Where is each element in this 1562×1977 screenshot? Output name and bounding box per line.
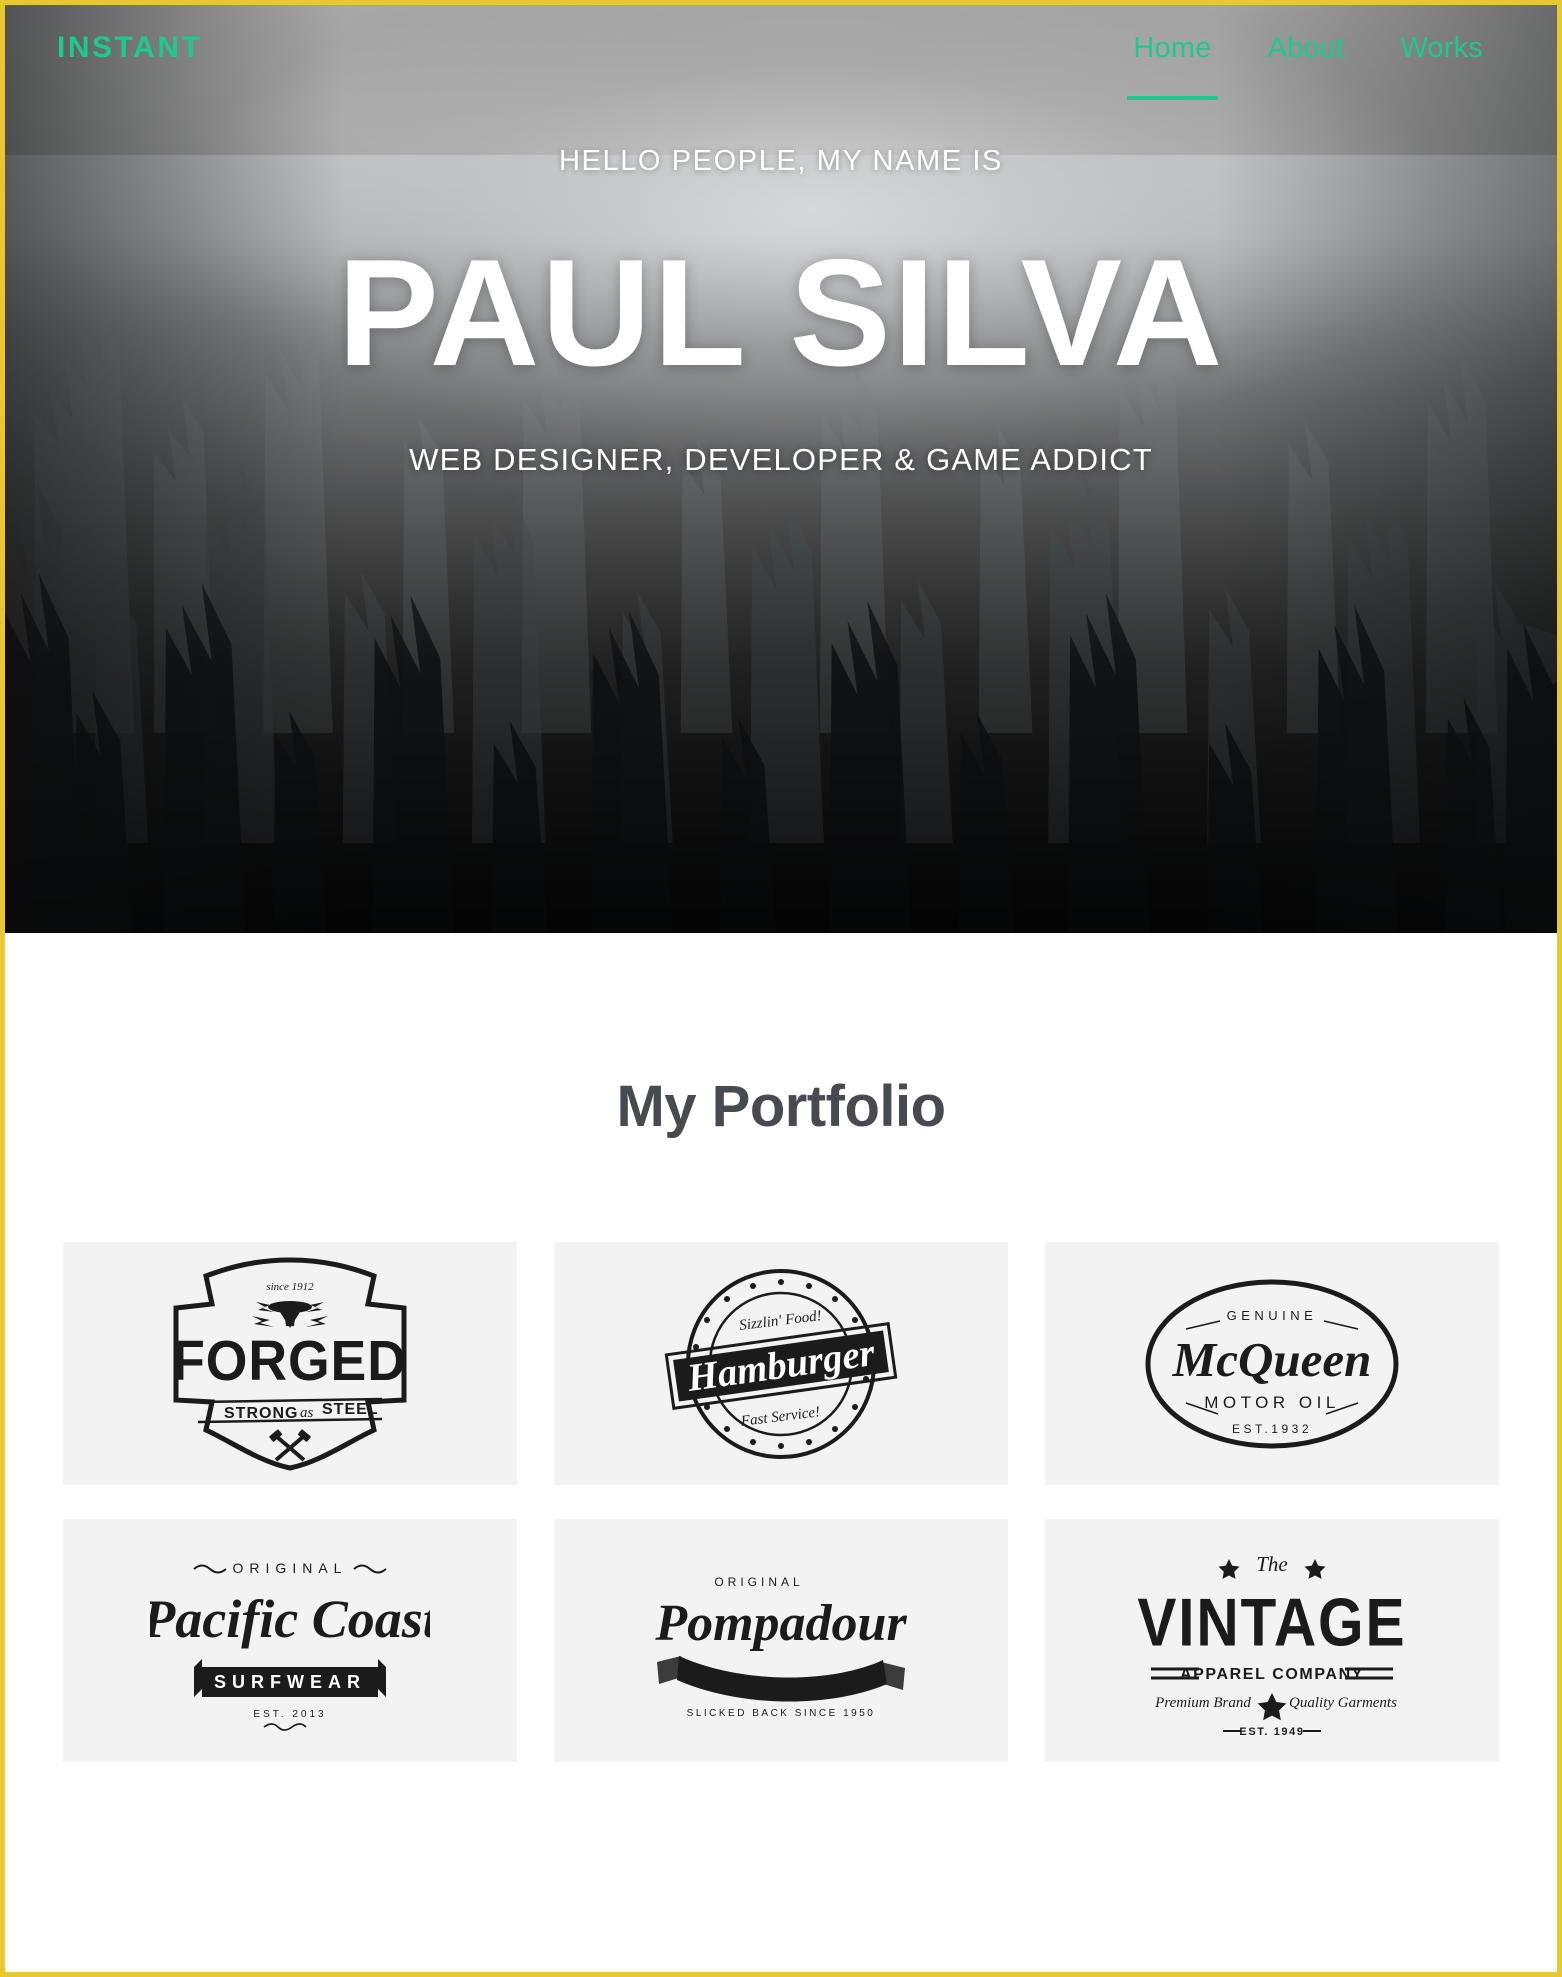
svg-text:MOTOR OIL: MOTOR OIL [1204,1393,1340,1412]
svg-text:EST. 2013: EST. 2013 [253,1709,326,1720]
svg-text:GENUINE: GENUINE [1227,1308,1318,1323]
portfolio-item-pompadour[interactable]: ORIGINAL Pompadour SLICKED BACK SINCE 19… [554,1519,1008,1762]
svg-text:Premium Brand: Premium Brand [1154,1695,1251,1711]
main-navigation: INSTANT Home About Works [5,5,1557,105]
svg-text:STRONG: STRONG [224,1405,298,1422]
page-title: My Portfolio [616,1074,946,1139]
hero-tagline: WEB DESIGNER, DEVELOPER & GAME ADDICT [409,442,1153,478]
hero-content: HELLO PEOPLE, MY NAME IS PAUL SILVA WEB … [5,145,1557,478]
svg-text:VINTAGE: VINTAGE [1137,1585,1406,1660]
tree-silhouette-front [5,413,1557,933]
svg-text:FORGED: FORGED [172,1328,407,1392]
nav-item-about[interactable]: About [1240,29,1373,78]
svg-text:Fast Service!: Fast Service! [739,1404,821,1430]
portfolio-item-vintage[interactable]: The VINTAGE APPAREL COMPANY Premium Bran… [1045,1519,1499,1762]
hamburger-stamp-icon: Sizzlin' Food! Hamburger Fast Service! [664,1268,898,1459]
nav-item-works[interactable]: Works [1372,29,1511,78]
svg-text:Quality Garments: Quality Garments [1289,1695,1397,1711]
site-logo[interactable]: INSTANT [57,23,202,63]
svg-text:Pacific Coast: Pacific Coast [150,1589,430,1649]
forged-badge-icon: since 1912 FORGED STRONG as STEEL [172,1256,407,1471]
svg-text:ORIGINAL: ORIGINAL [233,1560,348,1576]
portfolio-item-forged[interactable]: since 1912 FORGED STRONG as STEEL [63,1242,517,1485]
nav-links: Home About Works [1105,23,1511,101]
svg-text:EST. 1949: EST. 1949 [1239,1726,1304,1738]
pompadour-ribbon-icon: ORIGINAL Pompadour SLICKED BACK SINCE 19… [654,1575,907,1719]
hero-greeting: HELLO PEOPLE, MY NAME IS [558,145,1003,177]
svg-text:since 1912: since 1912 [266,1281,314,1293]
hero-name: PAUL SILVA [337,228,1225,398]
portfolio-item-pacific-coast[interactable]: ORIGINAL Pacific Coast SURFWEAR EST. 201… [63,1519,517,1762]
svg-text:SLICKED BACK SINCE 1950: SLICKED BACK SINCE 1950 [687,1708,876,1719]
mcqueen-oval-icon: GENUINE McQueen MOTOR OIL EST.1932 [1145,1279,1399,1448]
hero-section: INSTANT Home About Works HELLO PEOPLE, M… [5,5,1557,933]
nav-item-home[interactable]: Home [1105,29,1239,101]
pacific-coast-logo-icon: ORIGINAL Pacific Coast SURFWEAR EST. 201… [150,1560,430,1731]
svg-text:APPAREL COMPANY: APPAREL COMPANY [1180,1666,1364,1683]
svg-text:The: The [1256,1552,1288,1576]
portfolio-section: My Portfolio since 1912 FORGED STRONG as… [5,933,1557,1822]
svg-text:as: as [300,1405,314,1421]
svg-text:Pompadour: Pompadour [654,1595,907,1652]
svg-text:Sizzlin' Food!: Sizzlin' Food! [738,1308,822,1334]
svg-text:EST.1932: EST.1932 [1232,1422,1312,1436]
svg-text:SURFWEAR: SURFWEAR [214,1672,366,1692]
portfolio-item-hamburger[interactable]: Sizzlin' Food! Hamburger Fast Service! [554,1242,1008,1485]
svg-text:STEEL: STEEL [322,1401,379,1418]
portfolio-item-mcqueen[interactable]: GENUINE McQueen MOTOR OIL EST.1932 [1045,1242,1499,1485]
svg-text:ORIGINAL: ORIGINAL [714,1575,803,1589]
svg-text:McQueen: McQueen [1172,1332,1372,1387]
portfolio-grid: since 1912 FORGED STRONG as STEEL Sizzli… [63,1242,1499,1762]
vintage-apparel-logo-icon: The VINTAGE APPAREL COMPANY Premium Bran… [1137,1552,1406,1738]
